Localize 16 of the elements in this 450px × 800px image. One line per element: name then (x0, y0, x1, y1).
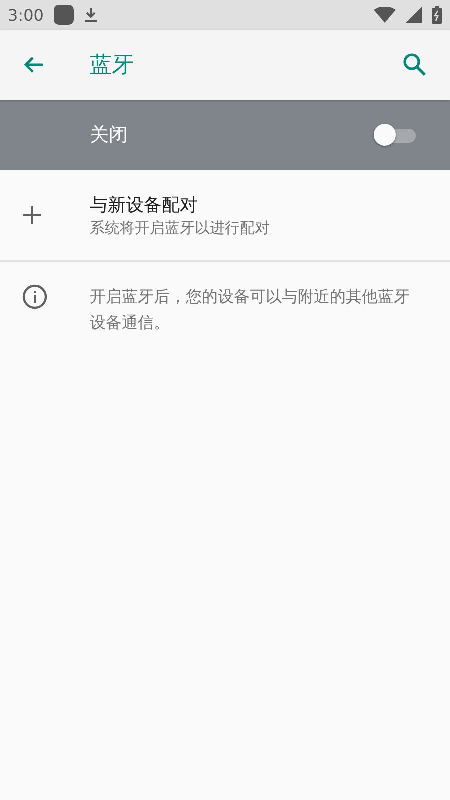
bluetooth-switch[interactable] (374, 124, 418, 146)
status-time: 3:00 (8, 6, 44, 24)
footer-text: 开启蓝牙后，您的设备可以与附近的其他蓝牙设备通信。 (90, 286, 411, 334)
download-icon (84, 7, 98, 23)
list-item[interactable]: 与新设备配对 系统将开启蓝牙以进行配对 (0, 170, 450, 262)
page-title: 蓝牙 (90, 52, 135, 80)
item-title: 与新设备配对 (90, 194, 199, 216)
signal-icon (406, 7, 422, 23)
plus-icon (22, 205, 42, 225)
search-icon (402, 52, 428, 78)
item-summary: 系统将开启蓝牙以进行配对 (90, 218, 270, 238)
battery-icon (432, 6, 442, 24)
info-icon (22, 284, 48, 310)
notification-icon (54, 5, 74, 25)
wifi-icon (374, 7, 396, 23)
switch-label: 关闭 (90, 123, 129, 148)
